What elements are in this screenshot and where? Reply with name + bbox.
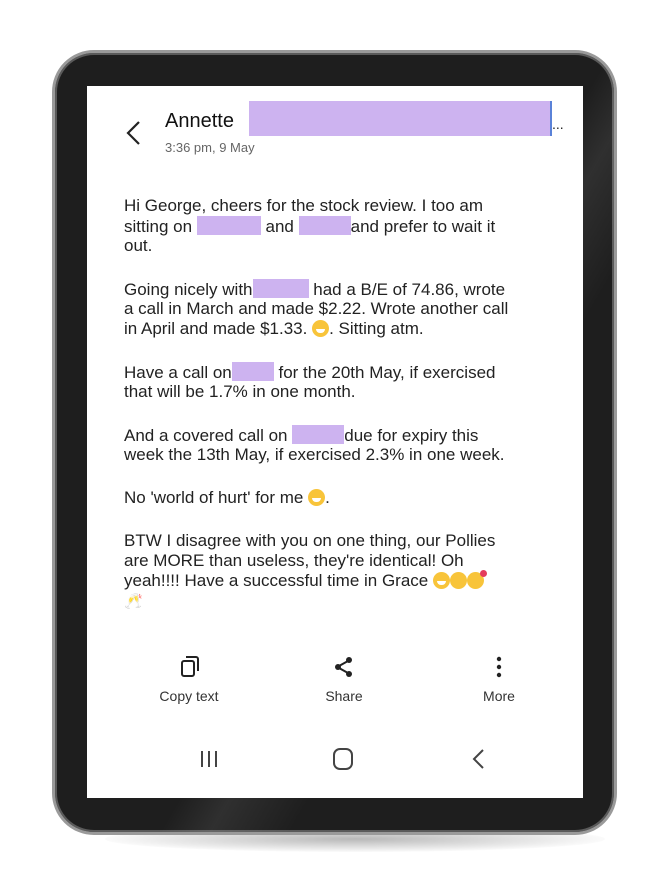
heart-face-emoji [466,570,487,589]
text-line: And a covered call on due for expiry thi… [124,425,479,445]
message-timestamp: 3:36 pm, 9 May [165,140,255,155]
text-line: are MORE than useless, they're identical… [124,551,464,570]
text-line: BTW I disagree with you on one thing, ou… [124,531,496,550]
copy-text-label: Copy text [159,688,219,704]
contact-overflow: ... [552,116,564,132]
more-label: More [483,688,515,704]
zany-emoji [449,572,467,589]
text-line: No 'world of hurt' for me . [124,488,330,507]
text-line: that will be 1.7% in one month. [124,382,356,401]
text-line: week the 13th May, if exercised 2.3% in … [124,445,505,464]
grinning-smile-emoji [308,489,326,506]
message-header: Annette ... 3:36 pm, 9 May [87,86,583,156]
redacted-ticker [231,362,274,381]
redacted-ticker [298,216,351,235]
champagne-emoji: 🥂 [124,593,143,610]
redacted-ticker [292,425,345,444]
copy-icon [181,656,199,677]
redacted-contact-surname [249,101,552,136]
text-line: 🥂 [124,591,143,612]
grinning-emoji [312,320,330,337]
text-line: out. [124,236,153,255]
text-line: a call in March and made $2.22. Wrote an… [124,299,509,318]
text-line: yeah!!!! Have a successful time in Grace [124,570,487,591]
text-line: Going nicely with had a B/E of 74.86, wr… [124,279,506,299]
recents-icon[interactable] [189,744,229,774]
back-icon[interactable] [123,119,145,147]
redacted-ticker [196,216,261,235]
more-icon [496,656,502,678]
action-bar: Copy text Share More [87,654,583,724]
system-nav-bar [87,734,583,798]
home-icon[interactable] [323,744,363,774]
text-line: sitting on and and prefer to wait it [124,216,496,236]
contact-name: Annette [165,110,234,132]
text-line: in April and made $1.33. . Sitting atm. [124,319,424,338]
copy-text-button[interactable]: Copy text [139,654,239,704]
more-button[interactable]: More [449,654,549,704]
share-button[interactable]: Share [294,654,394,704]
text-line: Hi George, cheers for the stock review. … [124,196,484,215]
share-icon [335,657,352,677]
share-label: Share [325,688,363,704]
nav-back-icon[interactable] [459,744,499,774]
redacted-ticker [252,279,309,298]
message-screen: Annette ... 3:36 pm, 9 May Hi George, ch… [87,86,583,798]
text-line: Have a call on for the 20th May, if exer… [124,362,496,382]
laughing-emoji [432,572,450,589]
